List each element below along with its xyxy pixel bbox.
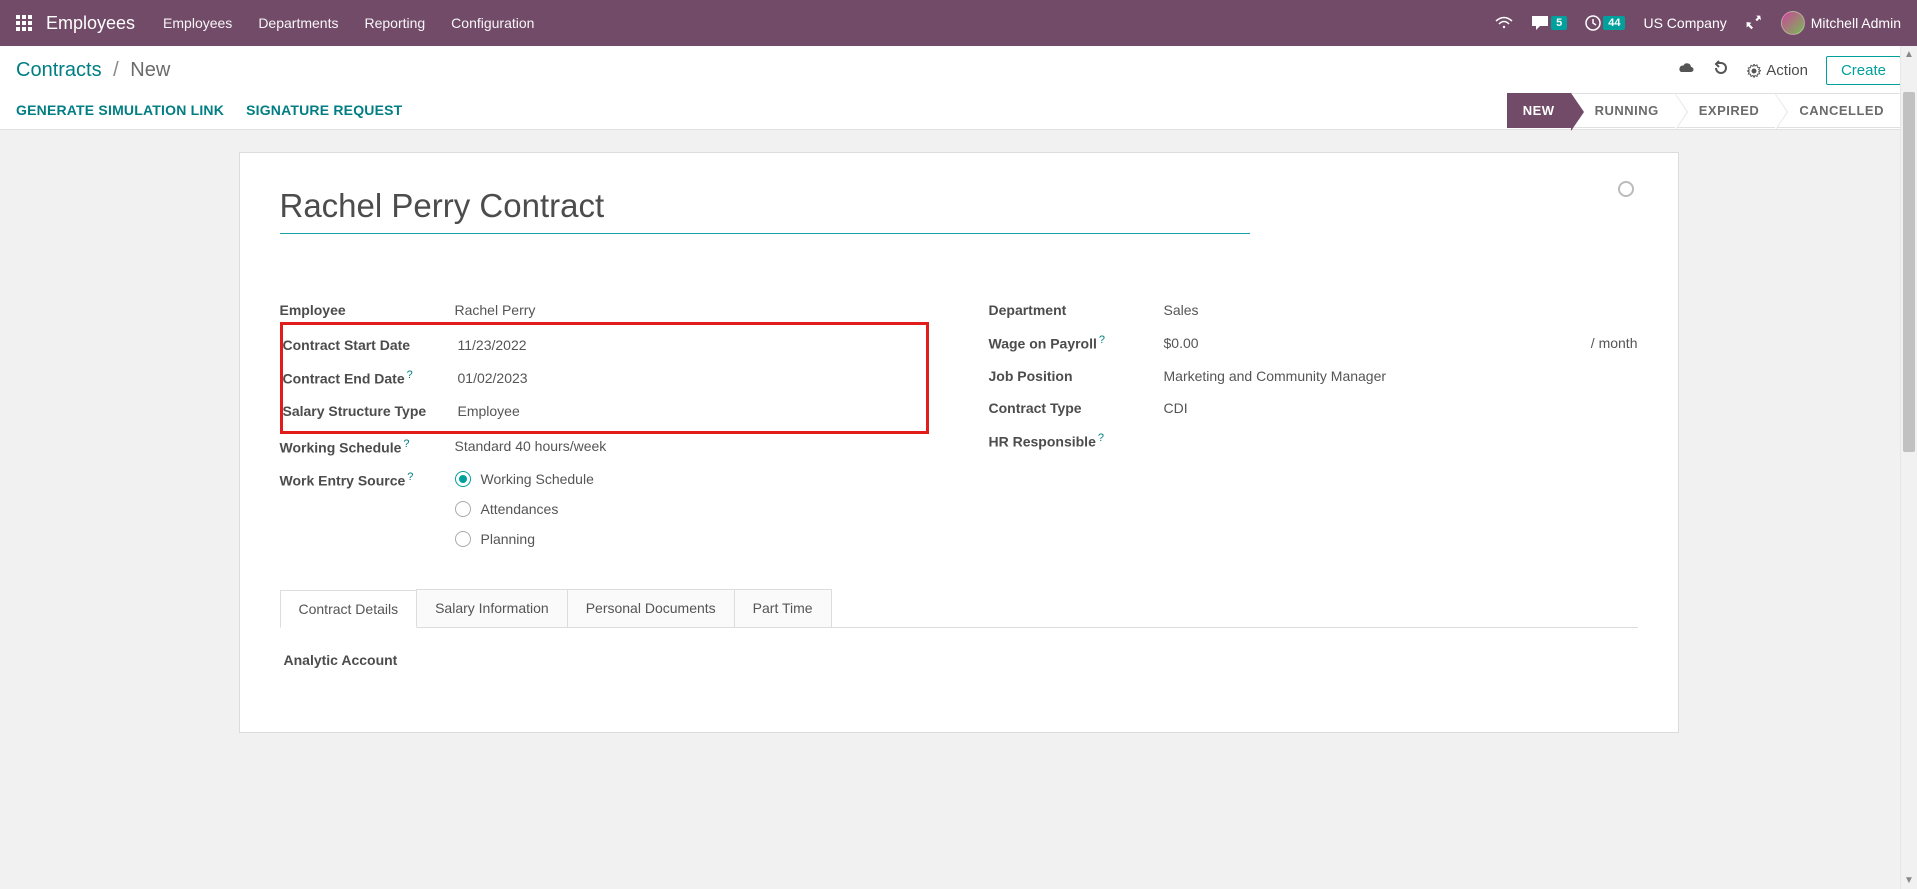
scrollbar[interactable]: ▲ ▼ [1900, 46, 1917, 889]
nav-menu-configuration[interactable]: Configuration [451, 15, 534, 31]
create-button[interactable]: Create [1826, 56, 1901, 85]
discard-icon[interactable] [1713, 60, 1729, 81]
radio-working-schedule[interactable]: Working Schedule [455, 471, 929, 487]
status-expired[interactable]: EXPIRED [1675, 93, 1776, 128]
status-cancelled[interactable]: CANCELLED [1775, 93, 1901, 128]
help-icon[interactable]: ? [407, 471, 413, 483]
top-navbar: Employees Employees Departments Reportin… [0, 0, 1917, 46]
label-struct-type: Salary Structure Type [283, 403, 458, 419]
help-icon[interactable]: ? [1098, 432, 1104, 444]
wifi-icon[interactable] [1495, 16, 1513, 30]
help-icon[interactable]: ? [403, 438, 409, 450]
scroll-down-icon[interactable]: ▼ [1901, 872, 1917, 889]
tab-salary-information[interactable]: Salary Information [416, 589, 568, 627]
cloud-icon[interactable] [1677, 61, 1695, 80]
tab-bar: Contract Details Salary Information Pers… [280, 589, 1638, 628]
activity-badge: 44 [1603, 16, 1625, 30]
company-switcher[interactable]: US Company [1643, 15, 1726, 31]
label-schedule: Working Schedule? [280, 438, 455, 456]
radio-icon [455, 501, 471, 517]
nav-menu-departments[interactable]: Departments [258, 15, 338, 31]
label-wes: Work Entry Source? [280, 471, 455, 489]
label-employee: Employee [280, 302, 455, 318]
label-ctype: Contract Type [989, 400, 1164, 416]
nav-menu-reporting[interactable]: Reporting [364, 15, 425, 31]
scroll-up-icon[interactable]: ▲ [1901, 46, 1917, 63]
value-schedule[interactable]: Standard 40 hours/week [455, 438, 929, 454]
image-placeholder-icon[interactable] [1618, 181, 1634, 197]
value-wage[interactable]: $0.00 [1164, 335, 1579, 351]
status-bar: NEW RUNNING EXPIRED CANCELLED [1507, 93, 1901, 128]
value-employee[interactable]: Rachel Perry [455, 302, 929, 318]
scrollbar-thumb[interactable] [1903, 92, 1915, 452]
label-wage: Wage on Payroll? [989, 334, 1164, 352]
contract-title-input[interactable] [280, 183, 1250, 234]
status-new[interactable]: NEW [1507, 93, 1571, 128]
debug-icon[interactable] [1745, 14, 1763, 32]
radio-planning[interactable]: Planning [455, 531, 929, 547]
messages-badge: 5 [1551, 16, 1567, 30]
radio-icon [455, 531, 471, 547]
breadcrumb-current: New [130, 59, 170, 81]
help-icon[interactable]: ? [407, 369, 413, 381]
avatar [1781, 11, 1805, 35]
activity-icon[interactable]: 44 [1585, 15, 1625, 31]
breadcrumb: Contracts / New [16, 59, 170, 82]
label-analytic-account: Analytic Account [284, 652, 398, 668]
action-menu[interactable]: Action [1747, 62, 1808, 79]
user-menu[interactable]: Mitchell Admin [1781, 11, 1901, 35]
apps-icon[interactable] [16, 15, 32, 31]
breadcrumb-root[interactable]: Contracts [16, 59, 102, 81]
messages-icon[interactable]: 5 [1531, 15, 1567, 31]
app-name[interactable]: Employees [46, 13, 135, 34]
radio-icon [455, 471, 471, 487]
control-panel: Contracts / New Action Create GENERATE S… [0, 46, 1917, 130]
nav-menu-employees[interactable]: Employees [163, 15, 232, 31]
tab-contract-details[interactable]: Contract Details [280, 590, 418, 628]
highlight-box: Contract Start Date 11/23/2022 Contract … [280, 322, 929, 434]
form-sheet: Employee Rachel Perry Contract Start Dat… [239, 152, 1679, 733]
help-icon[interactable]: ? [1099, 334, 1105, 346]
radio-attendances[interactable]: Attendances [455, 501, 929, 517]
tab-personal-documents[interactable]: Personal Documents [567, 589, 735, 627]
value-department[interactable]: Sales [1164, 302, 1638, 318]
value-start-date[interactable]: 11/23/2022 [458, 337, 926, 353]
wage-suffix: / month [1591, 335, 1638, 351]
label-hr: HR Responsible? [989, 432, 1164, 450]
label-start-date: Contract Start Date [283, 337, 458, 353]
value-job[interactable]: Marketing and Community Manager [1164, 368, 1638, 384]
nav-menu: Employees Departments Reporting Configur… [163, 15, 534, 31]
generate-simulation-link[interactable]: GENERATE SIMULATION LINK [16, 102, 224, 118]
tab-part-time[interactable]: Part Time [734, 589, 832, 627]
value-end-date[interactable]: 01/02/2023 [458, 370, 926, 386]
status-running[interactable]: RUNNING [1571, 93, 1675, 128]
user-name: Mitchell Admin [1811, 15, 1901, 31]
label-end-date: Contract End Date? [283, 369, 458, 387]
label-department: Department [989, 302, 1164, 318]
label-job: Job Position [989, 368, 1164, 384]
value-ctype[interactable]: CDI [1164, 400, 1638, 416]
signature-request[interactable]: SIGNATURE REQUEST [246, 102, 402, 118]
value-struct-type[interactable]: Employee [458, 403, 926, 419]
